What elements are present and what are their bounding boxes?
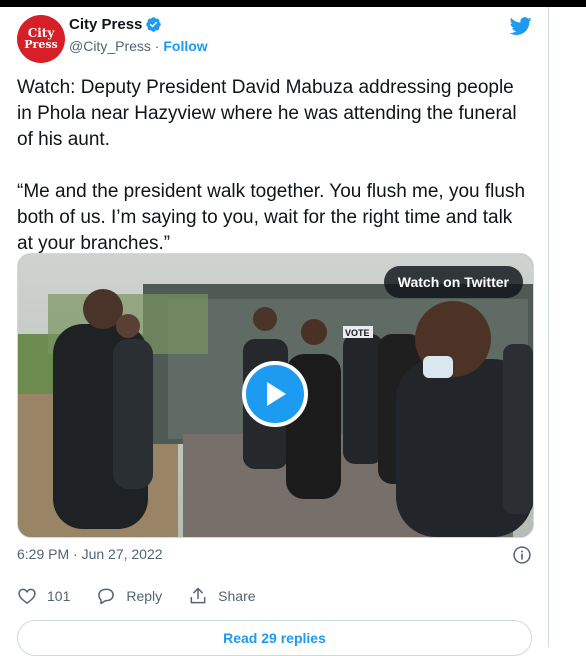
info-icon[interactable]: [512, 545, 532, 565]
avatar-logo-line2: Press: [24, 38, 58, 51]
video-sign-text: VOTE: [345, 328, 370, 338]
tweet-text: Watch: Deputy President David Mabuza add…: [17, 77, 526, 254]
follow-link[interactable]: Follow: [163, 38, 207, 54]
top-bar: [0, 0, 586, 7]
watch-on-twitter-label: Watch on Twitter: [397, 274, 509, 290]
twitter-bird-icon[interactable]: [509, 15, 533, 37]
reply-button[interactable]: Reply: [96, 586, 162, 606]
play-icon: [267, 382, 286, 406]
heart-icon: [18, 588, 36, 605]
author-name[interactable]: City Press: [69, 16, 142, 33]
handle-row: @City_Press · Follow: [69, 38, 208, 54]
read-replies-button[interactable]: Read 29 replies: [17, 620, 532, 656]
separator-dot: ·: [150, 38, 164, 54]
like-count: 101: [47, 588, 71, 604]
reply-label: Reply: [126, 588, 163, 604]
embedded-tweet-card: City Press City Press @City_Press · Foll…: [0, 7, 549, 656]
like-button[interactable]: 101: [17, 586, 70, 606]
play-button[interactable]: [242, 361, 308, 427]
avatar[interactable]: City Press: [17, 15, 65, 63]
tweet-actions: 101 Reply Share: [17, 586, 282, 606]
author-name-row: City Press: [69, 16, 162, 33]
share-icon: [190, 587, 206, 604]
verified-icon: [146, 17, 162, 32]
tweet-timestamp[interactable]: 6:29 PM · Jun 27, 2022: [17, 546, 163, 562]
reply-icon: [98, 588, 115, 605]
share-label: Share: [218, 588, 256, 604]
share-button[interactable]: Share: [188, 586, 256, 606]
video-media[interactable]: VOTE Watch on Twitter: [17, 253, 534, 538]
watch-on-twitter-button[interactable]: Watch on Twitter: [383, 266, 523, 298]
author-handle[interactable]: @City_Press: [69, 38, 151, 54]
